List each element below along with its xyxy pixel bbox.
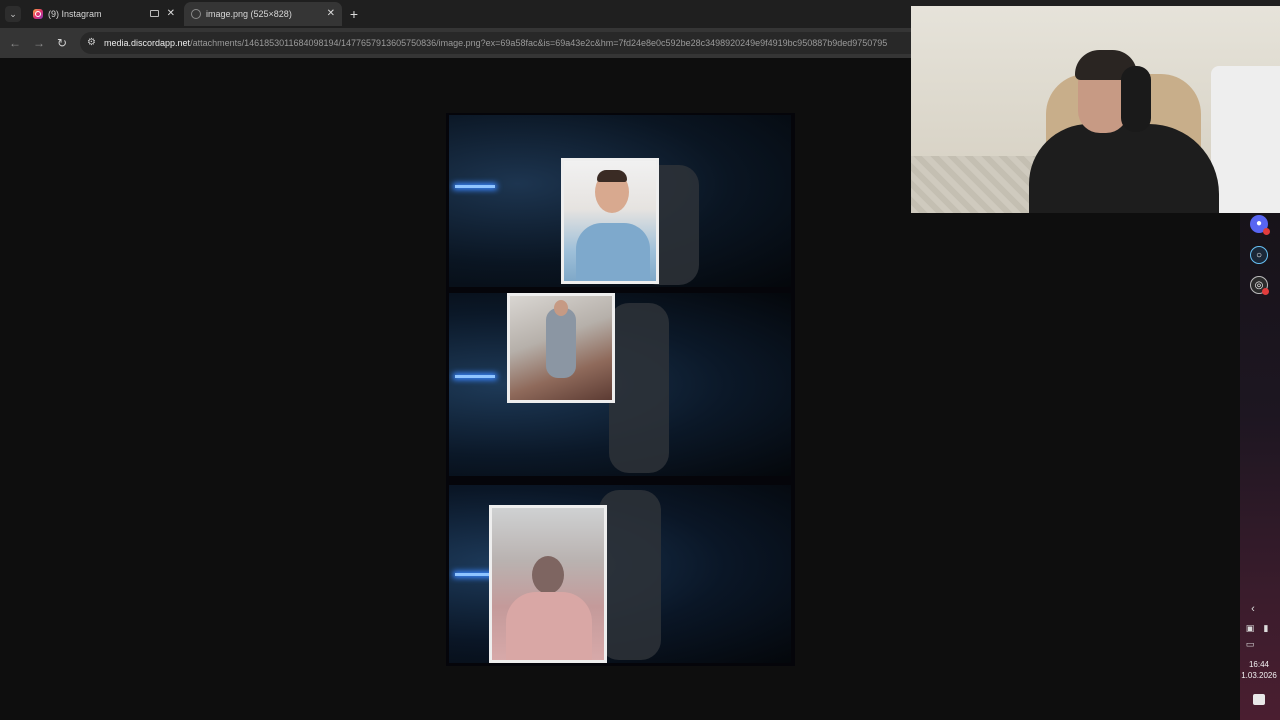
hand [609,303,669,473]
site-info-icon[interactable]: ⚙ [87,37,99,49]
microphone-icon[interactable]: ▮ [1259,621,1273,635]
system-clock[interactable]: 16:44 1.03.2026 [1240,659,1278,681]
tab-image[interactable]: image.png (525×828) ✕ [184,2,342,26]
image-panel [449,293,791,476]
tab-label: (9) Instagram [48,9,102,19]
headphones [1121,66,1151,132]
taskbar: ● ○ ◎ ‹ ▣ ▮ ▭ 16:44 1.03.2026 [1240,213,1280,720]
camera-icon[interactable]: ▣ [1243,621,1257,635]
image-panel [449,115,791,287]
new-tab-button[interactable]: + [346,5,362,23]
display-icon[interactable]: ▭ [1243,637,1257,651]
led-strip [455,185,495,188]
chevron-left-icon[interactable]: ‹ [1244,603,1262,619]
forward-arrow-icon[interactable]: → [30,34,48,52]
webcam-overlay [911,6,1280,213]
notification-badge [1262,288,1269,295]
viewed-image[interactable] [446,113,795,666]
discord-icon[interactable]: ● [1250,215,1270,235]
tab-label: image.png (525×828) [206,9,292,19]
body [506,592,592,660]
instagram-icon [33,9,43,19]
reload-icon[interactable]: ↻ [53,34,71,52]
close-tab-button[interactable]: ✕ [327,2,335,26]
hand [599,490,661,660]
url-host: media.discordapp.net [104,38,191,48]
close-tab-button[interactable]: ✕ [167,2,175,26]
held-photo [561,158,659,284]
face [532,556,564,594]
back-arrow-icon[interactable]: ← [6,34,24,52]
screen-share-icon [150,10,159,17]
held-photo [489,505,607,663]
led-strip [455,375,495,378]
person-torso [1029,124,1219,213]
app-icon[interactable]: ◎ [1250,276,1269,295]
image-panel [449,485,791,663]
notification-center-icon[interactable] [1253,694,1265,705]
tab-instagram[interactable]: (9) Instagram ✕ [26,2,182,26]
notification-badge [1263,228,1270,235]
tab-search-chevron-icon[interactable]: ⌄ [5,6,21,22]
face [595,170,629,213]
url-text[interactable]: media.discordapp.net/attachments/1461853… [104,32,887,54]
steam-icon[interactable]: ○ [1250,246,1268,264]
clock-time: 16:44 [1248,660,1270,669]
body [576,223,650,281]
person-figure [546,300,576,378]
globe-icon [191,9,201,19]
bed [1211,66,1280,213]
held-photo [507,293,615,403]
clock-date: 1.03.2026 [1241,671,1277,680]
url-path: /attachments/1461853011684098194/1477657… [190,38,888,48]
